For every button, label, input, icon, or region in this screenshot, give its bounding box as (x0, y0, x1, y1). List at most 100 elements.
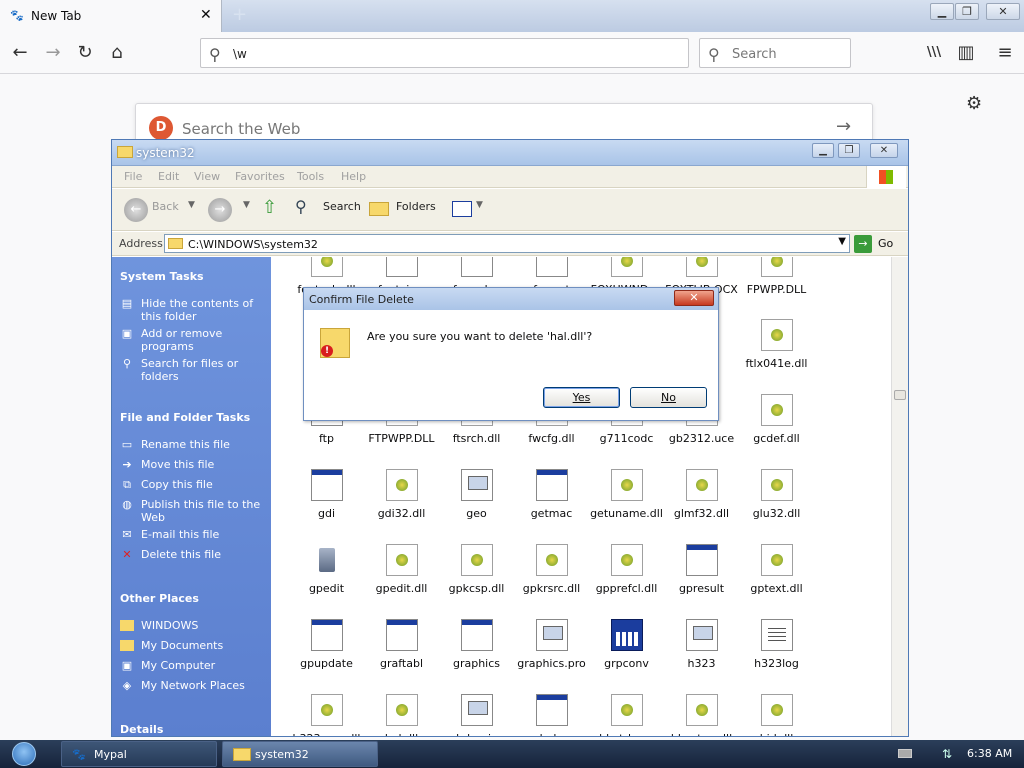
task-add-remove-programs[interactable]: ▣ Add or remove programs (120, 327, 265, 353)
file-item[interactable]: gpkcsp.dll (439, 544, 514, 600)
file-item[interactable]: gdi (289, 469, 364, 525)
new-tab-button[interactable]: + (232, 6, 247, 24)
file-item[interactable]: geo (439, 469, 514, 525)
task-move[interactable]: ➔ Move this file (120, 458, 265, 471)
file-item[interactable]: gpkrsrc.dll (514, 544, 589, 600)
file-item[interactable]: graftabl (364, 619, 439, 675)
menu-icon[interactable]: ≡ (992, 40, 1018, 66)
forward-arrow-icon[interactable]: → (208, 198, 232, 222)
file-item[interactable]: gcdef.dll (739, 394, 814, 450)
search-input[interactable]: Search (732, 47, 777, 62)
sidebar-icon[interactable]: ▥ (953, 40, 979, 66)
address-value[interactable]: C:\WINDOWS\system32 (188, 238, 318, 251)
file-item[interactable]: gpprefcl.dll (589, 544, 664, 600)
maximize-button[interactable]: ❐ (838, 143, 860, 158)
browser-minimize-button[interactable]: ▁ (930, 3, 954, 20)
tab-close-icon[interactable]: ✕ (200, 8, 212, 22)
file-item[interactable]: help (514, 694, 589, 736)
task-copy[interactable]: ⧉ Copy this file (120, 478, 265, 491)
keyboard-icon[interactable] (898, 749, 912, 758)
menu-help[interactable]: Help (341, 170, 366, 183)
reload-icon[interactable]: ↻ (72, 40, 98, 66)
network-icon[interactable]: ⇅ (942, 747, 952, 761)
scrollbar-thumb[interactable] (894, 390, 906, 400)
file-item[interactable]: graphics.pro (514, 619, 589, 675)
url-input[interactable]: \w (233, 47, 247, 61)
file-item[interactable]: glu32.dll (739, 469, 814, 525)
file-item[interactable]: gdi32.dll (364, 469, 439, 525)
settings-gear-icon[interactable]: ⚙ (966, 93, 982, 114)
task-hide-contents[interactable]: ▤ Hide the contents of this folder (120, 297, 265, 323)
menu-tools[interactable]: Tools (297, 170, 324, 183)
file-item[interactable]: graphics (439, 619, 514, 675)
search-bar[interactable]: ⚲ Search (699, 38, 851, 68)
back-button[interactable]: Back (152, 200, 179, 213)
file-item[interactable]: h323log (739, 619, 814, 675)
file-name: graphics (452, 657, 501, 670)
browser-close-button[interactable]: ✕ (986, 3, 1020, 20)
start-button[interactable] (6, 741, 44, 767)
place-windows[interactable]: WINDOWS (120, 619, 265, 632)
taskbar-item-mypal[interactable]: 🐾 Mypal (61, 741, 217, 767)
home-icon[interactable]: ⌂ (104, 40, 130, 66)
file-item[interactable]: grpconv (589, 619, 664, 675)
tab-new-tab[interactable]: 🐾 New Tab ✕ (0, 0, 222, 33)
task-email[interactable]: ✉ E-mail this file (120, 528, 265, 541)
address-dropdown-icon[interactable]: ▼ (838, 236, 846, 247)
file-item[interactable]: gptext.dll (739, 544, 814, 600)
dialog-close-button[interactable]: ✕ (674, 290, 714, 306)
close-button[interactable]: ✕ (870, 143, 898, 158)
task-search-files[interactable]: ⚲ Search for files or folders (120, 357, 265, 383)
file-item[interactable]: hal.dll (364, 694, 439, 736)
back-arrow-icon[interactable]: ← (124, 198, 148, 222)
menu-view[interactable]: View (194, 170, 220, 183)
task-publish-web[interactable]: ◍ Publish this file to the Web (120, 498, 265, 524)
menu-favorites[interactable]: Favorites (235, 170, 285, 183)
forward-arrow-icon[interactable]: → (40, 40, 66, 66)
file-item[interactable]: h323 (664, 619, 739, 675)
views-dropdown-icon[interactable]: ▼ (476, 200, 483, 210)
go-button[interactable]: → Go (854, 235, 906, 253)
file-item[interactable]: hhsetup.dll (664, 694, 739, 736)
views-icon[interactable] (452, 201, 472, 217)
back-arrow-icon[interactable]: ← (7, 40, 33, 66)
no-button[interactable]: No (630, 387, 707, 408)
file-item[interactable]: hid.dll (739, 694, 814, 736)
forward-dropdown-icon[interactable]: ▼ (243, 200, 250, 210)
url-bar[interactable]: ⚲ \w (200, 38, 689, 68)
yes-button[interactable]: Yes (543, 387, 620, 408)
menu-file[interactable]: File (124, 170, 142, 183)
place-my-computer[interactable]: ▣ My Computer (120, 659, 265, 672)
file-item[interactable]: hhctrl.ocx (589, 694, 664, 736)
clock[interactable]: 6:38 AM (967, 747, 1012, 760)
file-item[interactable]: gpupdate (289, 619, 364, 675)
taskbar-item-system32[interactable]: system32 (222, 741, 378, 767)
file-item[interactable]: h323msp.dll (289, 694, 364, 736)
back-dropdown-icon[interactable]: ▼ (188, 200, 195, 210)
up-folder-icon[interactable]: ⇧ (262, 197, 277, 218)
file-item[interactable]: glmf32.dll (664, 469, 739, 525)
file-item[interactable]: gpedit.dll (364, 544, 439, 600)
web-search-input[interactable]: Search the Web (182, 120, 300, 138)
browser-maximize-button[interactable]: ❐ (955, 3, 979, 20)
place-my-network[interactable]: ◈ My Network Places (120, 679, 265, 692)
file-item[interactable]: getmac (514, 469, 589, 525)
file-item[interactable]: FPWPP.DLL (739, 257, 814, 301)
task-delete[interactable]: ✕ Delete this file (120, 548, 265, 561)
file-list-scrollbar[interactable] (891, 257, 908, 736)
file-item[interactable]: hdwwiz (439, 694, 514, 736)
library-icon[interactable]: \\\ (921, 40, 947, 66)
file-item[interactable]: getuname.dll (589, 469, 664, 525)
go-label: Go (878, 237, 894, 250)
task-rename[interactable]: ▭ Rename this file (120, 438, 265, 451)
file-item[interactable]: gpresult (664, 544, 739, 600)
folders-button[interactable]: Folders (396, 200, 436, 213)
address-input[interactable]: C:\WINDOWS\system32 ▼ (164, 234, 850, 253)
place-my-documents[interactable]: My Documents (120, 639, 265, 652)
file-item[interactable]: ftlx041e.dll (739, 319, 814, 375)
file-item[interactable]: gpedit (289, 544, 364, 600)
menu-edit[interactable]: Edit (158, 170, 179, 183)
search-submit-arrow-icon[interactable]: → (836, 116, 851, 137)
minimize-button[interactable]: ▁ (812, 143, 834, 158)
search-button[interactable]: Search (323, 200, 361, 213)
